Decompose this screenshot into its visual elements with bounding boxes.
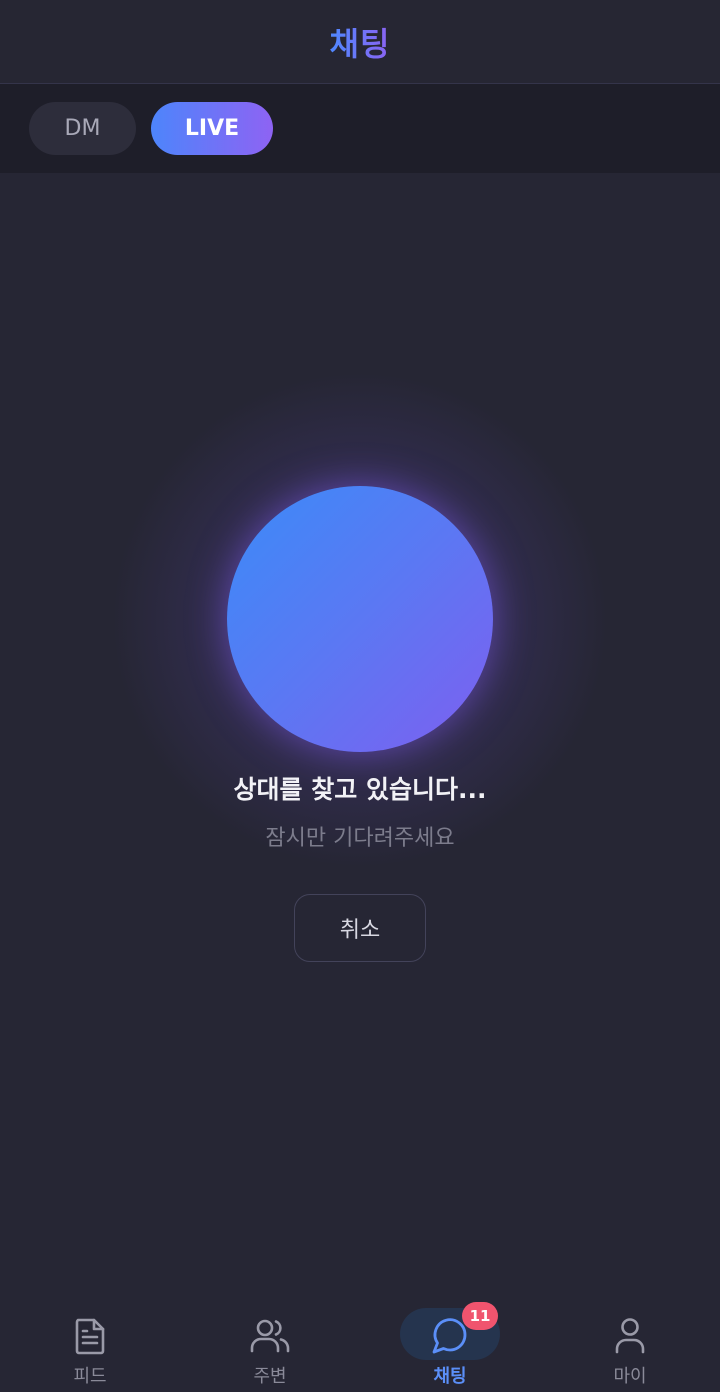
document-icon — [68, 1314, 112, 1358]
users-icon — [248, 1314, 292, 1358]
page-title: 채팅 — [330, 19, 391, 65]
cancel-button[interactable]: 취소 — [294, 894, 426, 962]
matching-status-title: 상대를 찾고 있습니다... — [233, 775, 487, 804]
user-icon — [608, 1314, 652, 1358]
matching-status-subtitle: 잠시만 기다려주세요 — [265, 826, 455, 851]
app-header: 채팅 — [0, 0, 720, 84]
bottom-navigation: 피드 주변 채팅 마이 — [0, 1292, 720, 1392]
nav-label-feed: 피드 — [73, 1366, 107, 1387]
nav-item-nearby[interactable]: 주변 — [180, 1292, 360, 1392]
nav-item-chat[interactable]: 채팅 — [360, 1292, 540, 1392]
chat-screen: 채팅 DM LIVE 상대를 찾고 있습니다... 잠시만 기다려주세요 취소 … — [0, 0, 720, 1392]
chat-mode-tabs: DM LIVE — [0, 84, 720, 173]
nav-label-nearby: 주변 — [253, 1366, 287, 1387]
nav-item-my[interactable]: 마이 — [540, 1292, 720, 1392]
unread-count-badge: 11 — [462, 1302, 498, 1330]
tab-dm[interactable]: DM — [29, 102, 136, 155]
nav-label-chat: 채팅 — [433, 1366, 467, 1387]
nav-item-feed[interactable]: 피드 — [0, 1292, 180, 1392]
tab-live[interactable]: LIVE — [151, 102, 273, 155]
searching-orb — [227, 486, 493, 752]
nav-label-my: 마이 — [613, 1366, 647, 1387]
